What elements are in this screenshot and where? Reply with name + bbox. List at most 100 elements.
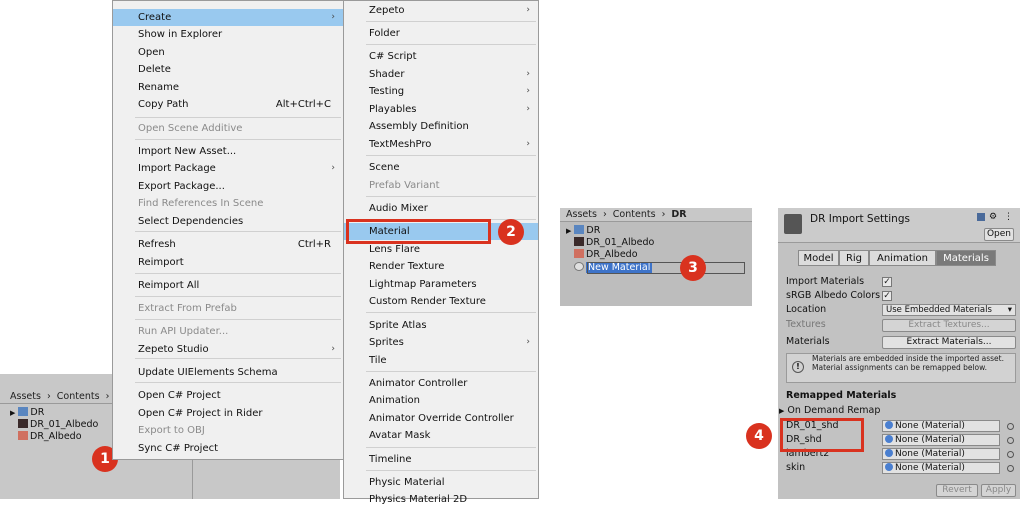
asset-row[interactable]: ▶ DR bbox=[566, 225, 600, 237]
menu-item-animation[interactable]: Animation bbox=[344, 392, 538, 409]
menu-item-delete[interactable]: Delete bbox=[113, 61, 343, 78]
more-options-icon[interactable]: ⋮ bbox=[1004, 212, 1013, 222]
menu-item-reimport[interactable]: Reimport bbox=[113, 254, 343, 271]
menu-item-create[interactable]: Create › bbox=[113, 9, 343, 26]
menu-item-physics-material-2d[interactable]: Physics Material 2D bbox=[344, 491, 538, 508]
tab-animation[interactable]: Animation bbox=[869, 250, 936, 266]
tab-materials[interactable]: Materials bbox=[936, 250, 996, 266]
asset-row[interactable]: DR_Albedo bbox=[18, 431, 82, 443]
menu-item-custom-render-texture[interactable]: Custom Render Texture bbox=[344, 293, 538, 310]
import-materials-checkbox[interactable]: ✓ bbox=[882, 277, 892, 287]
breadcrumb-dr[interactable]: DR bbox=[671, 209, 686, 220]
submenu-arrow-icon: › bbox=[526, 104, 530, 114]
on-demand-remap-foldout[interactable]: ▶ On Demand Remap bbox=[779, 405, 880, 416]
menu-item-import-package[interactable]: Import Package › bbox=[113, 160, 343, 177]
menu-item-playables[interactable]: Playables › bbox=[344, 101, 538, 118]
help-icon[interactable] bbox=[977, 213, 985, 221]
menu-item-render-texture[interactable]: Render Texture bbox=[344, 258, 538, 275]
menu-item-shader[interactable]: Shader › bbox=[344, 66, 538, 83]
breadcrumb-assets[interactable]: Assets bbox=[566, 209, 597, 220]
asset-row[interactable]: DR_Albedo bbox=[574, 249, 638, 261]
menu-item-avatar-mask[interactable]: Avatar Mask bbox=[344, 427, 538, 444]
menu-item-lightmap-parameters[interactable]: Lightmap Parameters bbox=[344, 276, 538, 293]
breadcrumb-contents[interactable]: Contents bbox=[57, 391, 100, 402]
texture-icon bbox=[18, 431, 28, 440]
menu-item-export-package[interactable]: Export Package... bbox=[113, 178, 343, 195]
remap-material-field[interactable]: None (Material) bbox=[882, 434, 1000, 446]
breadcrumb-assets[interactable]: Assets bbox=[10, 391, 41, 402]
tab-model[interactable]: Model bbox=[798, 250, 839, 266]
menu-item-open-c-project-in-rider[interactable]: Open C# Project in Rider bbox=[113, 405, 343, 422]
menu-item-show-in-explorer[interactable]: Show in Explorer bbox=[113, 26, 343, 43]
menu-item-run-api-updater[interactable]: Run API Updater... bbox=[113, 323, 343, 340]
textures-label: Textures bbox=[786, 319, 826, 330]
settings-icon[interactable]: ⚙ bbox=[989, 212, 997, 222]
location-dropdown[interactable]: Use Embedded Materials ▾ bbox=[882, 304, 1016, 316]
menu-item-open[interactable]: Open bbox=[113, 44, 343, 61]
menu-separator bbox=[366, 371, 536, 372]
menu-separator bbox=[135, 273, 341, 274]
menu-separator bbox=[135, 382, 341, 383]
object-picker-icon[interactable] bbox=[1007, 437, 1014, 444]
menu-item-select-dependencies[interactable]: Select Dependencies bbox=[113, 213, 343, 230]
menu-item-update-uielements-schema[interactable]: Update UIElements Schema bbox=[113, 364, 343, 381]
menu-item-import-new-asset[interactable]: Import New Asset... bbox=[113, 143, 343, 160]
info-icon: ! bbox=[792, 361, 804, 373]
menu-separator bbox=[366, 312, 536, 313]
menu-item-rename[interactable]: Rename bbox=[113, 79, 343, 96]
open-button[interactable]: Open bbox=[984, 228, 1014, 241]
menu-separator bbox=[135, 139, 341, 140]
menu-item-refresh[interactable]: Refresh Ctrl+R bbox=[113, 236, 343, 253]
remap-material-field[interactable]: None (Material) bbox=[882, 448, 1000, 460]
menu-item-timeline[interactable]: Timeline bbox=[344, 451, 538, 468]
menu-item-open-c-project[interactable]: Open C# Project bbox=[113, 387, 343, 404]
asset-row[interactable]: ▶ DR bbox=[10, 407, 44, 419]
asset-row[interactable]: DR_01_Albedo bbox=[574, 237, 654, 249]
menu-item-textmeshpro[interactable]: TextMeshPro › bbox=[344, 136, 538, 153]
step-badge-2: 2 bbox=[498, 219, 524, 245]
menu-item-tile[interactable]: Tile bbox=[344, 352, 538, 369]
menu-item-animator-controller[interactable]: Animator Controller bbox=[344, 375, 538, 392]
menu-item-folder[interactable]: Folder bbox=[344, 25, 538, 42]
object-picker-icon[interactable] bbox=[1007, 465, 1014, 472]
asset-row[interactable]: DR_01_Albedo bbox=[18, 419, 98, 431]
menu-item-scene[interactable]: Scene bbox=[344, 159, 538, 176]
menu-item-prefab-variant[interactable]: Prefab Variant bbox=[344, 177, 538, 194]
menu-item-zepeto-studio[interactable]: Zepeto Studio › bbox=[113, 341, 343, 358]
menu-item-animator-override-controller[interactable]: Animator Override Controller bbox=[344, 410, 538, 427]
tab-rig[interactable]: Rig bbox=[839, 250, 869, 266]
menu-item-zepeto[interactable]: Zepeto › bbox=[344, 2, 538, 19]
menu-item-physic-material[interactable]: Physic Material bbox=[344, 474, 538, 491]
object-picker-icon[interactable] bbox=[1007, 451, 1014, 458]
menu-separator bbox=[366, 196, 536, 197]
extract-textures-button[interactable]: Extract Textures... bbox=[882, 319, 1016, 332]
remap-material-field[interactable]: None (Material) bbox=[882, 462, 1000, 474]
menu-item-export-to-obj[interactable]: Export to OBJ bbox=[113, 422, 343, 439]
menu-item-copy-path[interactable]: Copy Path Alt+Ctrl+C bbox=[113, 96, 343, 113]
revert-button[interactable]: Revert bbox=[936, 484, 978, 497]
object-picker-icon[interactable] bbox=[1007, 423, 1014, 430]
context-menu-assets: Create › Show in Explorer Open Delete Rename C… bbox=[112, 0, 344, 460]
menu-item-sync-c-project[interactable]: Sync C# Project bbox=[113, 440, 343, 457]
srgb-albedo-label: sRGB Albedo Colors bbox=[786, 290, 881, 301]
srgb-albedo-checkbox[interactable]: ✓ bbox=[882, 291, 892, 301]
menu-item-sprites[interactable]: Sprites › bbox=[344, 334, 538, 351]
menu-item-extract-from-prefab[interactable]: Extract From Prefab bbox=[113, 300, 343, 317]
menu-item-audio-mixer[interactable]: Audio Mixer bbox=[344, 200, 538, 217]
remap-material-field[interactable]: None (Material) bbox=[882, 420, 1000, 432]
menu-item-reimport-all[interactable]: Reimport All bbox=[113, 277, 343, 294]
menu-item-find-references-in-scene[interactable]: Find References In Scene bbox=[113, 195, 343, 212]
menu-item-testing[interactable]: Testing › bbox=[344, 83, 538, 100]
texture-icon bbox=[574, 249, 584, 258]
material-sphere-icon bbox=[574, 262, 584, 271]
submenu-arrow-icon: › bbox=[331, 163, 335, 173]
menu-item-open-scene-additive[interactable]: Open Scene Additive bbox=[113, 120, 343, 137]
menu-item-c-script[interactable]: C# Script bbox=[344, 48, 538, 65]
menu-separator bbox=[135, 231, 341, 232]
apply-button[interactable]: Apply bbox=[981, 484, 1016, 497]
breadcrumb-contents[interactable]: Contents bbox=[613, 209, 656, 220]
extract-materials-button[interactable]: Extract Materials... bbox=[882, 336, 1016, 349]
menu-item-sprite-atlas[interactable]: Sprite Atlas bbox=[344, 317, 538, 334]
foldout-arrow-icon: ▶ bbox=[779, 407, 785, 415]
menu-item-assembly-definition[interactable]: Assembly Definition bbox=[344, 118, 538, 135]
